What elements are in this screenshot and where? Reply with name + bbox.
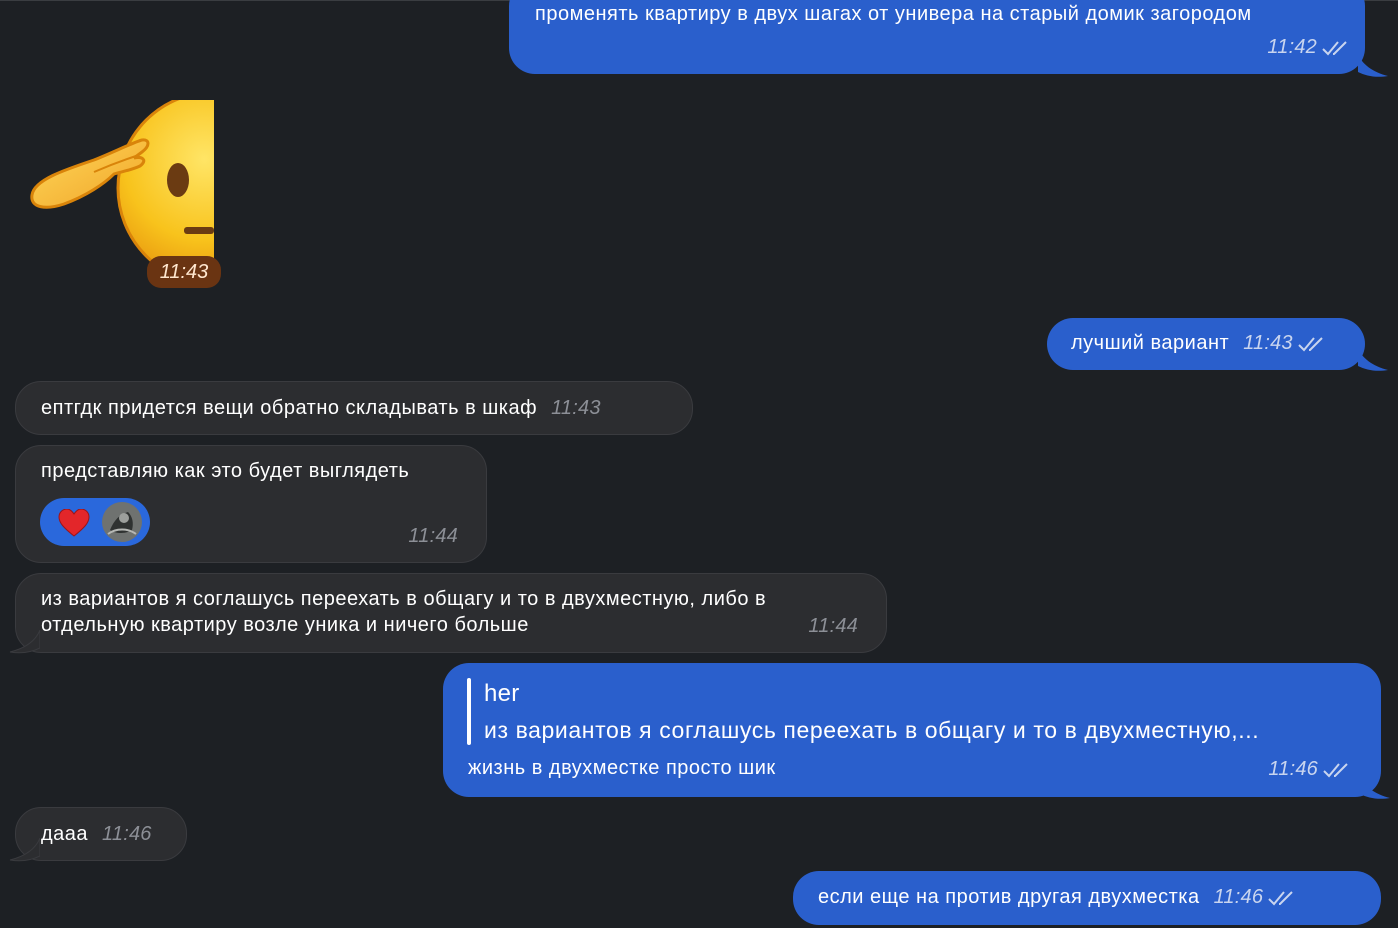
message-text: променять квартиру в двух шагах от униве… xyxy=(535,3,1252,25)
message-time: 11:43 xyxy=(551,397,601,419)
bubble-tail xyxy=(1358,54,1388,77)
message-time: 11:44 xyxy=(408,525,458,547)
message-time: 11:44 xyxy=(808,615,858,637)
message-text: если еще на против другая двухместка xyxy=(818,886,1200,908)
reactor-avatar[interactable] xyxy=(102,502,142,542)
bubble-tail xyxy=(1358,348,1388,371)
double-check-icon xyxy=(1323,762,1348,777)
message-text: жизнь в двухместке просто шик xyxy=(468,757,776,779)
message-time: 11:42 xyxy=(1267,36,1317,58)
bubble-tail xyxy=(9,630,40,654)
message-incoming[interactable]: дааа 11:46 xyxy=(15,807,187,861)
reactions-bar[interactable] xyxy=(40,498,150,546)
sticker-time: 11:43 xyxy=(147,256,221,288)
message-incoming[interactable]: ептгдк придется вещи обратно складывать … xyxy=(15,381,693,435)
chat-history: променять квартиру в двух шагах от униве… xyxy=(0,0,1398,928)
message-time: 11:46 xyxy=(1268,758,1318,780)
reply-quote-text: из вариантов я соглашусь переехать в общ… xyxy=(484,717,1260,743)
message-text: дааа xyxy=(41,823,89,845)
heart-reaction-icon[interactable] xyxy=(58,509,90,537)
bubble-tail xyxy=(1360,776,1390,799)
message-incoming[interactable]: представляю как это будет выглядеть 11:4… xyxy=(15,445,487,563)
message-outgoing[interactable]: если еще на против другая двухместка 11:… xyxy=(793,871,1381,925)
message-text: ептгдк придется вещи обратно складывать … xyxy=(41,397,538,419)
message-text-line-1: из вариантов я соглашусь переехать в общ… xyxy=(41,588,767,610)
message-outgoing[interactable]: променять квартиру в двух шагах от униве… xyxy=(509,0,1365,74)
message-time: 11:46 xyxy=(1213,886,1264,908)
reply-author: her xyxy=(484,680,520,707)
message-outgoing[interactable]: лучший вариант 11:43 xyxy=(1047,318,1365,370)
message-outgoing-reply[interactable]: her из вариантов я соглашусь переехать в… xyxy=(443,663,1381,797)
message-incoming[interactable]: из вариантов я соглашусь переехать в общ… xyxy=(15,573,887,653)
bubble-tail xyxy=(9,838,40,862)
double-check-icon xyxy=(1268,890,1293,905)
message-text-line-2: отдельную квартиру возле уника и ничего … xyxy=(41,614,529,636)
message-text: представляю как это будет выглядеть xyxy=(41,460,410,482)
reply-indicator-bar xyxy=(467,678,471,745)
double-check-icon xyxy=(1322,40,1347,55)
double-check-icon xyxy=(1298,336,1323,351)
message-time: 11:43 xyxy=(1243,332,1293,354)
message-time: 11:46 xyxy=(102,823,152,845)
message-text: лучший вариант xyxy=(1071,332,1230,354)
